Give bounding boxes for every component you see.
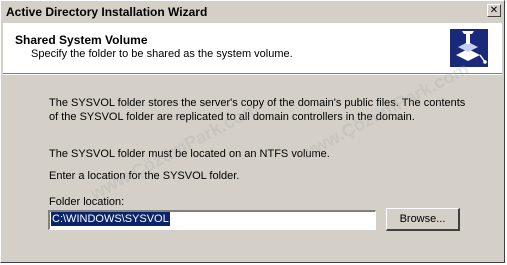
wizard-header: Shared System Volume Specify the folder … — [3, 23, 502, 74]
browse-button[interactable]: Browse... — [386, 208, 460, 231]
folder-location-value[interactable]: C:\WINDOWS\SYSVOL — [51, 212, 170, 226]
sysvol-description: The SYSVOL folder stores the server's co… — [49, 97, 466, 123]
folder-location-label: Folder location: — [49, 196, 125, 208]
header-separator — [3, 74, 502, 75]
wizard-network-icon — [450, 29, 488, 67]
page-title: Shared System Volume — [15, 33, 148, 47]
enter-location-text: Enter a location for the SYSVOL folder. — [49, 170, 240, 182]
ntfs-requirement-text: The SYSVOL folder must be located on an … — [49, 148, 330, 160]
wizard-window: Active Directory Installation Wizard ✕ S… — [0, 0, 505, 263]
page-subtitle: Specify the folder to be shared as the s… — [31, 48, 293, 60]
title-bar[interactable]: Active Directory Installation Wizard ✕ — [3, 3, 502, 21]
close-button[interactable]: ✕ — [487, 4, 501, 17]
close-icon: ✕ — [489, 5, 499, 16]
window-title: Active Directory Installation Wizard — [6, 5, 208, 19]
